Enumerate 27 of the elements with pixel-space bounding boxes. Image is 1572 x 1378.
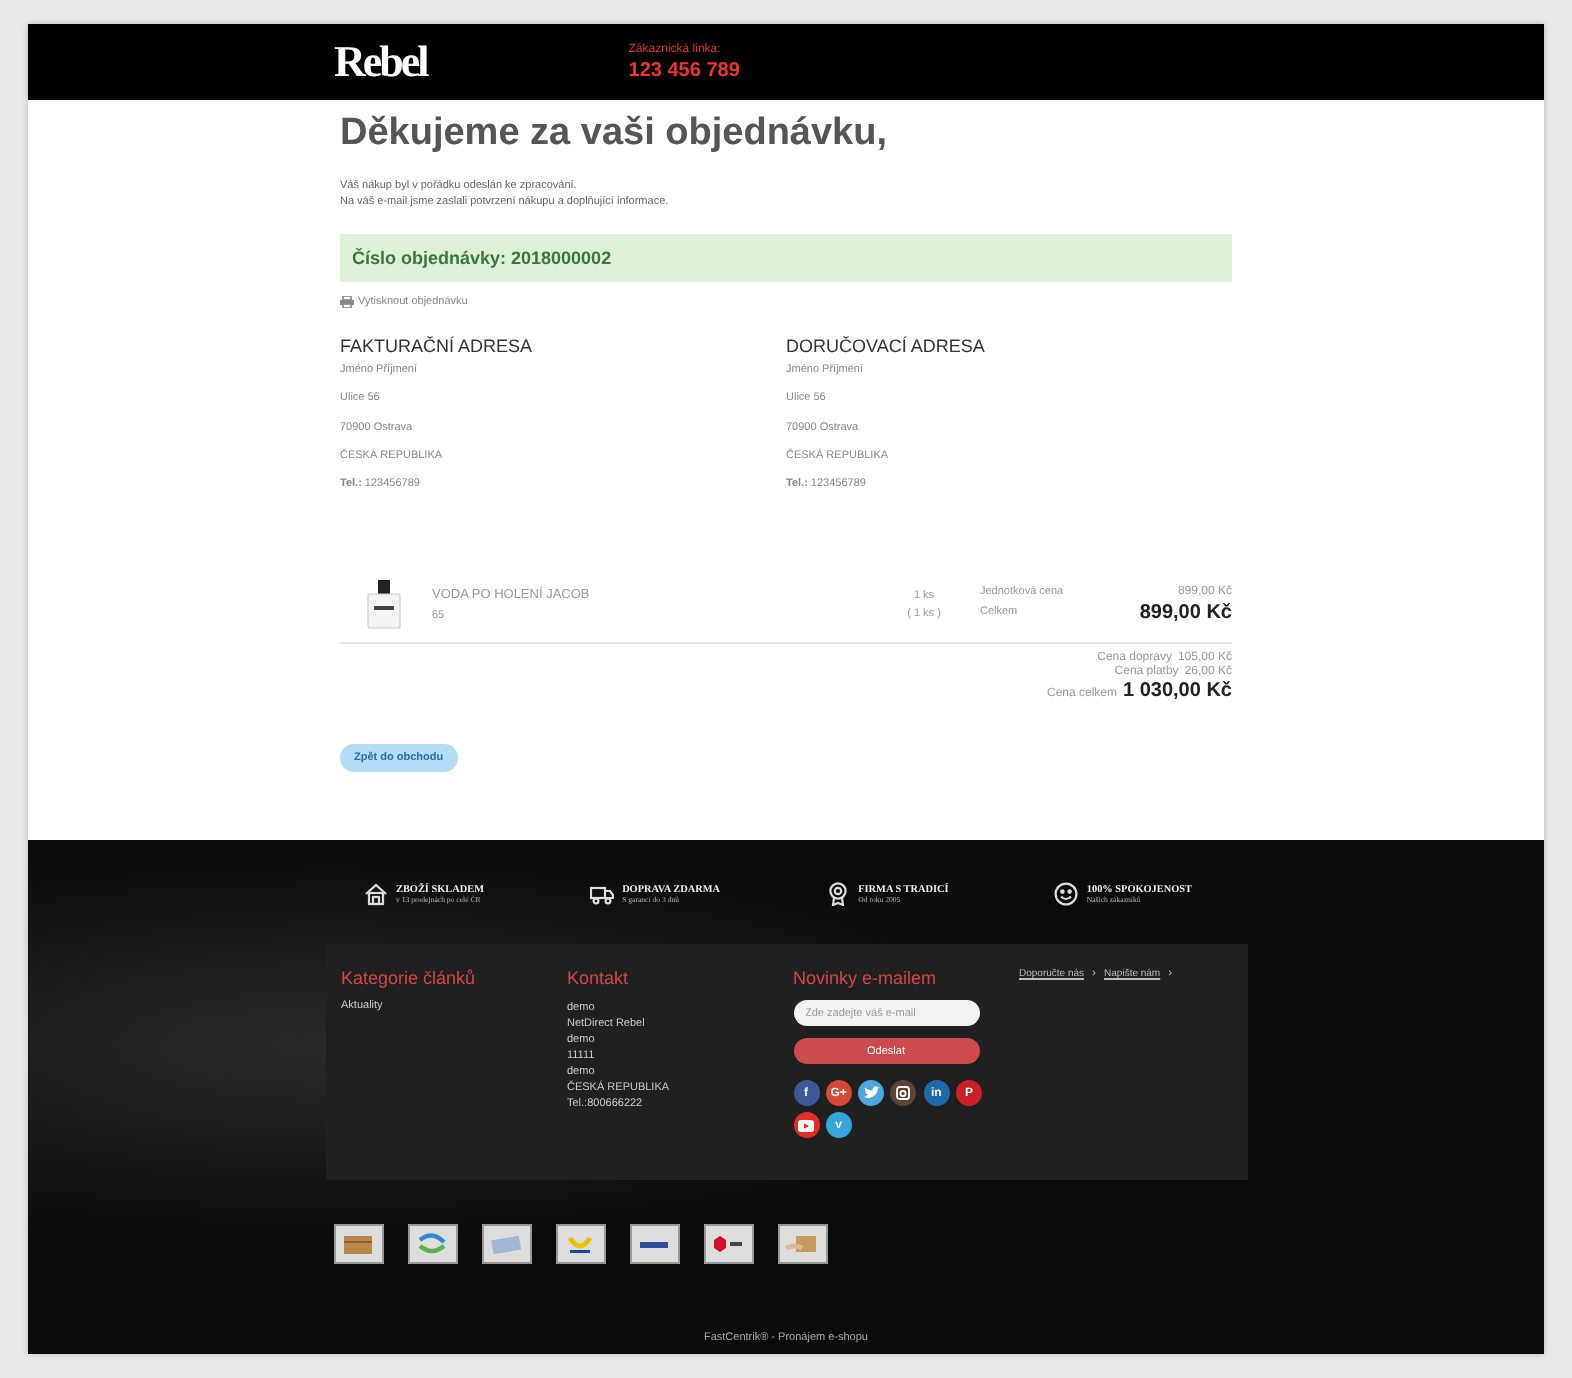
product-bottle-image — [364, 578, 404, 631]
order-number-banner: Číslo objednávky: 2018000002 — [340, 234, 1232, 282]
social-icon[interactable] — [793, 1112, 819, 1138]
carrier-logo — [629, 1224, 679, 1264]
carrier-logo — [481, 1224, 531, 1264]
social-icon[interactable] — [890, 1080, 917, 1106]
carrier-logo — [777, 1224, 827, 1264]
address-heading: FAKTURAČNÍ ADRESA — [340, 336, 535, 356]
carrier-logo — [703, 1224, 753, 1264]
footer-heading: Kategorie článků — [341, 968, 478, 988]
summary-value: 1 030,00 Kč — [1123, 680, 1232, 703]
house-icon — [364, 882, 388, 906]
social-icon[interactable] — [858, 1080, 885, 1106]
logo[interactable]: Rebel — [334, 36, 427, 88]
footer-heading: Novinky e-mailem — [793, 968, 939, 988]
medal-icon — [826, 882, 851, 906]
truck-icon — [590, 882, 615, 906]
carrier-logo — [407, 1224, 457, 1264]
footer-heading: Kontakt — [567, 968, 631, 988]
smiley-icon — [1054, 882, 1079, 906]
hotline-number: 123 456 789 — [628, 59, 740, 81]
carrier-logo — [333, 1224, 383, 1264]
page-title: Děkujeme za vaši objednávku, — [340, 112, 890, 156]
printer-icon — [340, 296, 354, 308]
item-total: 899,00 Kč — [1139, 601, 1232, 624]
address-heading: DORUČOVACÍ ADRESA — [786, 336, 987, 356]
carrier-logo — [555, 1224, 605, 1264]
